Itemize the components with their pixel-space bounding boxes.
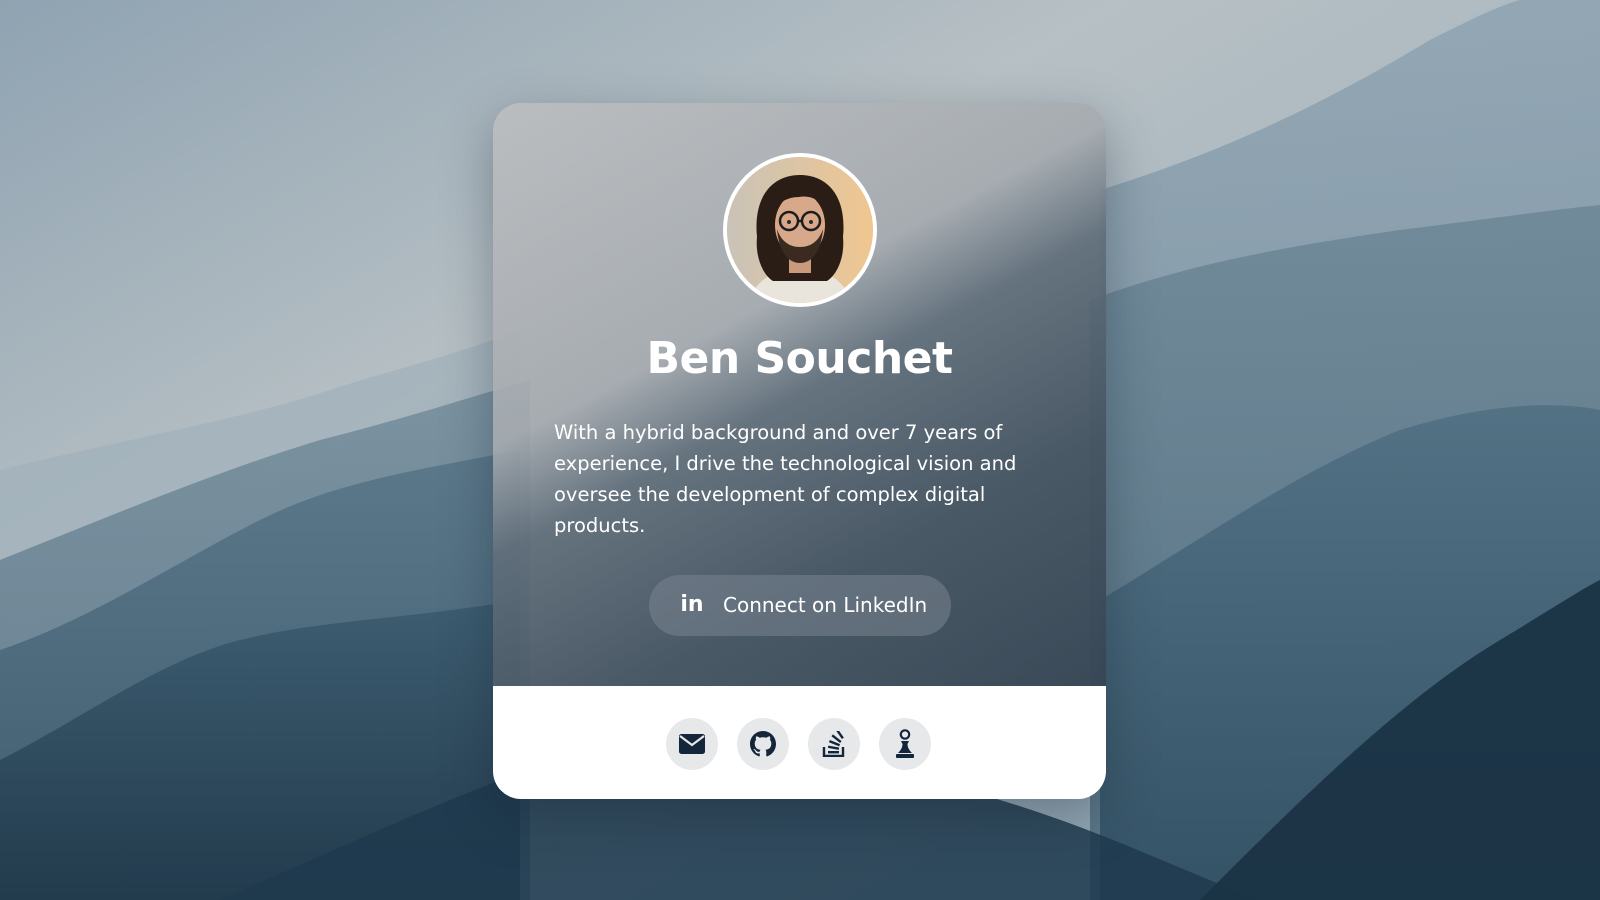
chess-pawn-icon: [896, 729, 914, 758]
profile-card-header: Ben Souchet With a hybrid background and…: [493, 103, 1106, 686]
profile-bio: With a hybrid background and over 7 year…: [554, 421, 1017, 537]
stackoverflow-icon: [822, 731, 845, 757]
linkedin-icon: in: [680, 592, 704, 617]
email-link[interactable]: [666, 718, 718, 770]
connect-linkedin-button[interactable]: in Connect on LinkedIn: [649, 575, 951, 636]
github-link[interactable]: [737, 718, 789, 770]
mail-icon: [679, 734, 705, 754]
stackoverflow-link[interactable]: [808, 718, 860, 770]
profile-photo-icon: [727, 157, 873, 303]
profile-card: Ben Souchet With a hybrid background and…: [493, 103, 1106, 799]
social-links-bar: [493, 686, 1106, 799]
avatar: [723, 153, 877, 307]
github-icon: [750, 731, 776, 757]
profile-name: Ben Souchet: [646, 333, 953, 384]
connect-linkedin-label: Connect on LinkedIn: [723, 593, 928, 617]
chess-link[interactable]: [879, 718, 931, 770]
